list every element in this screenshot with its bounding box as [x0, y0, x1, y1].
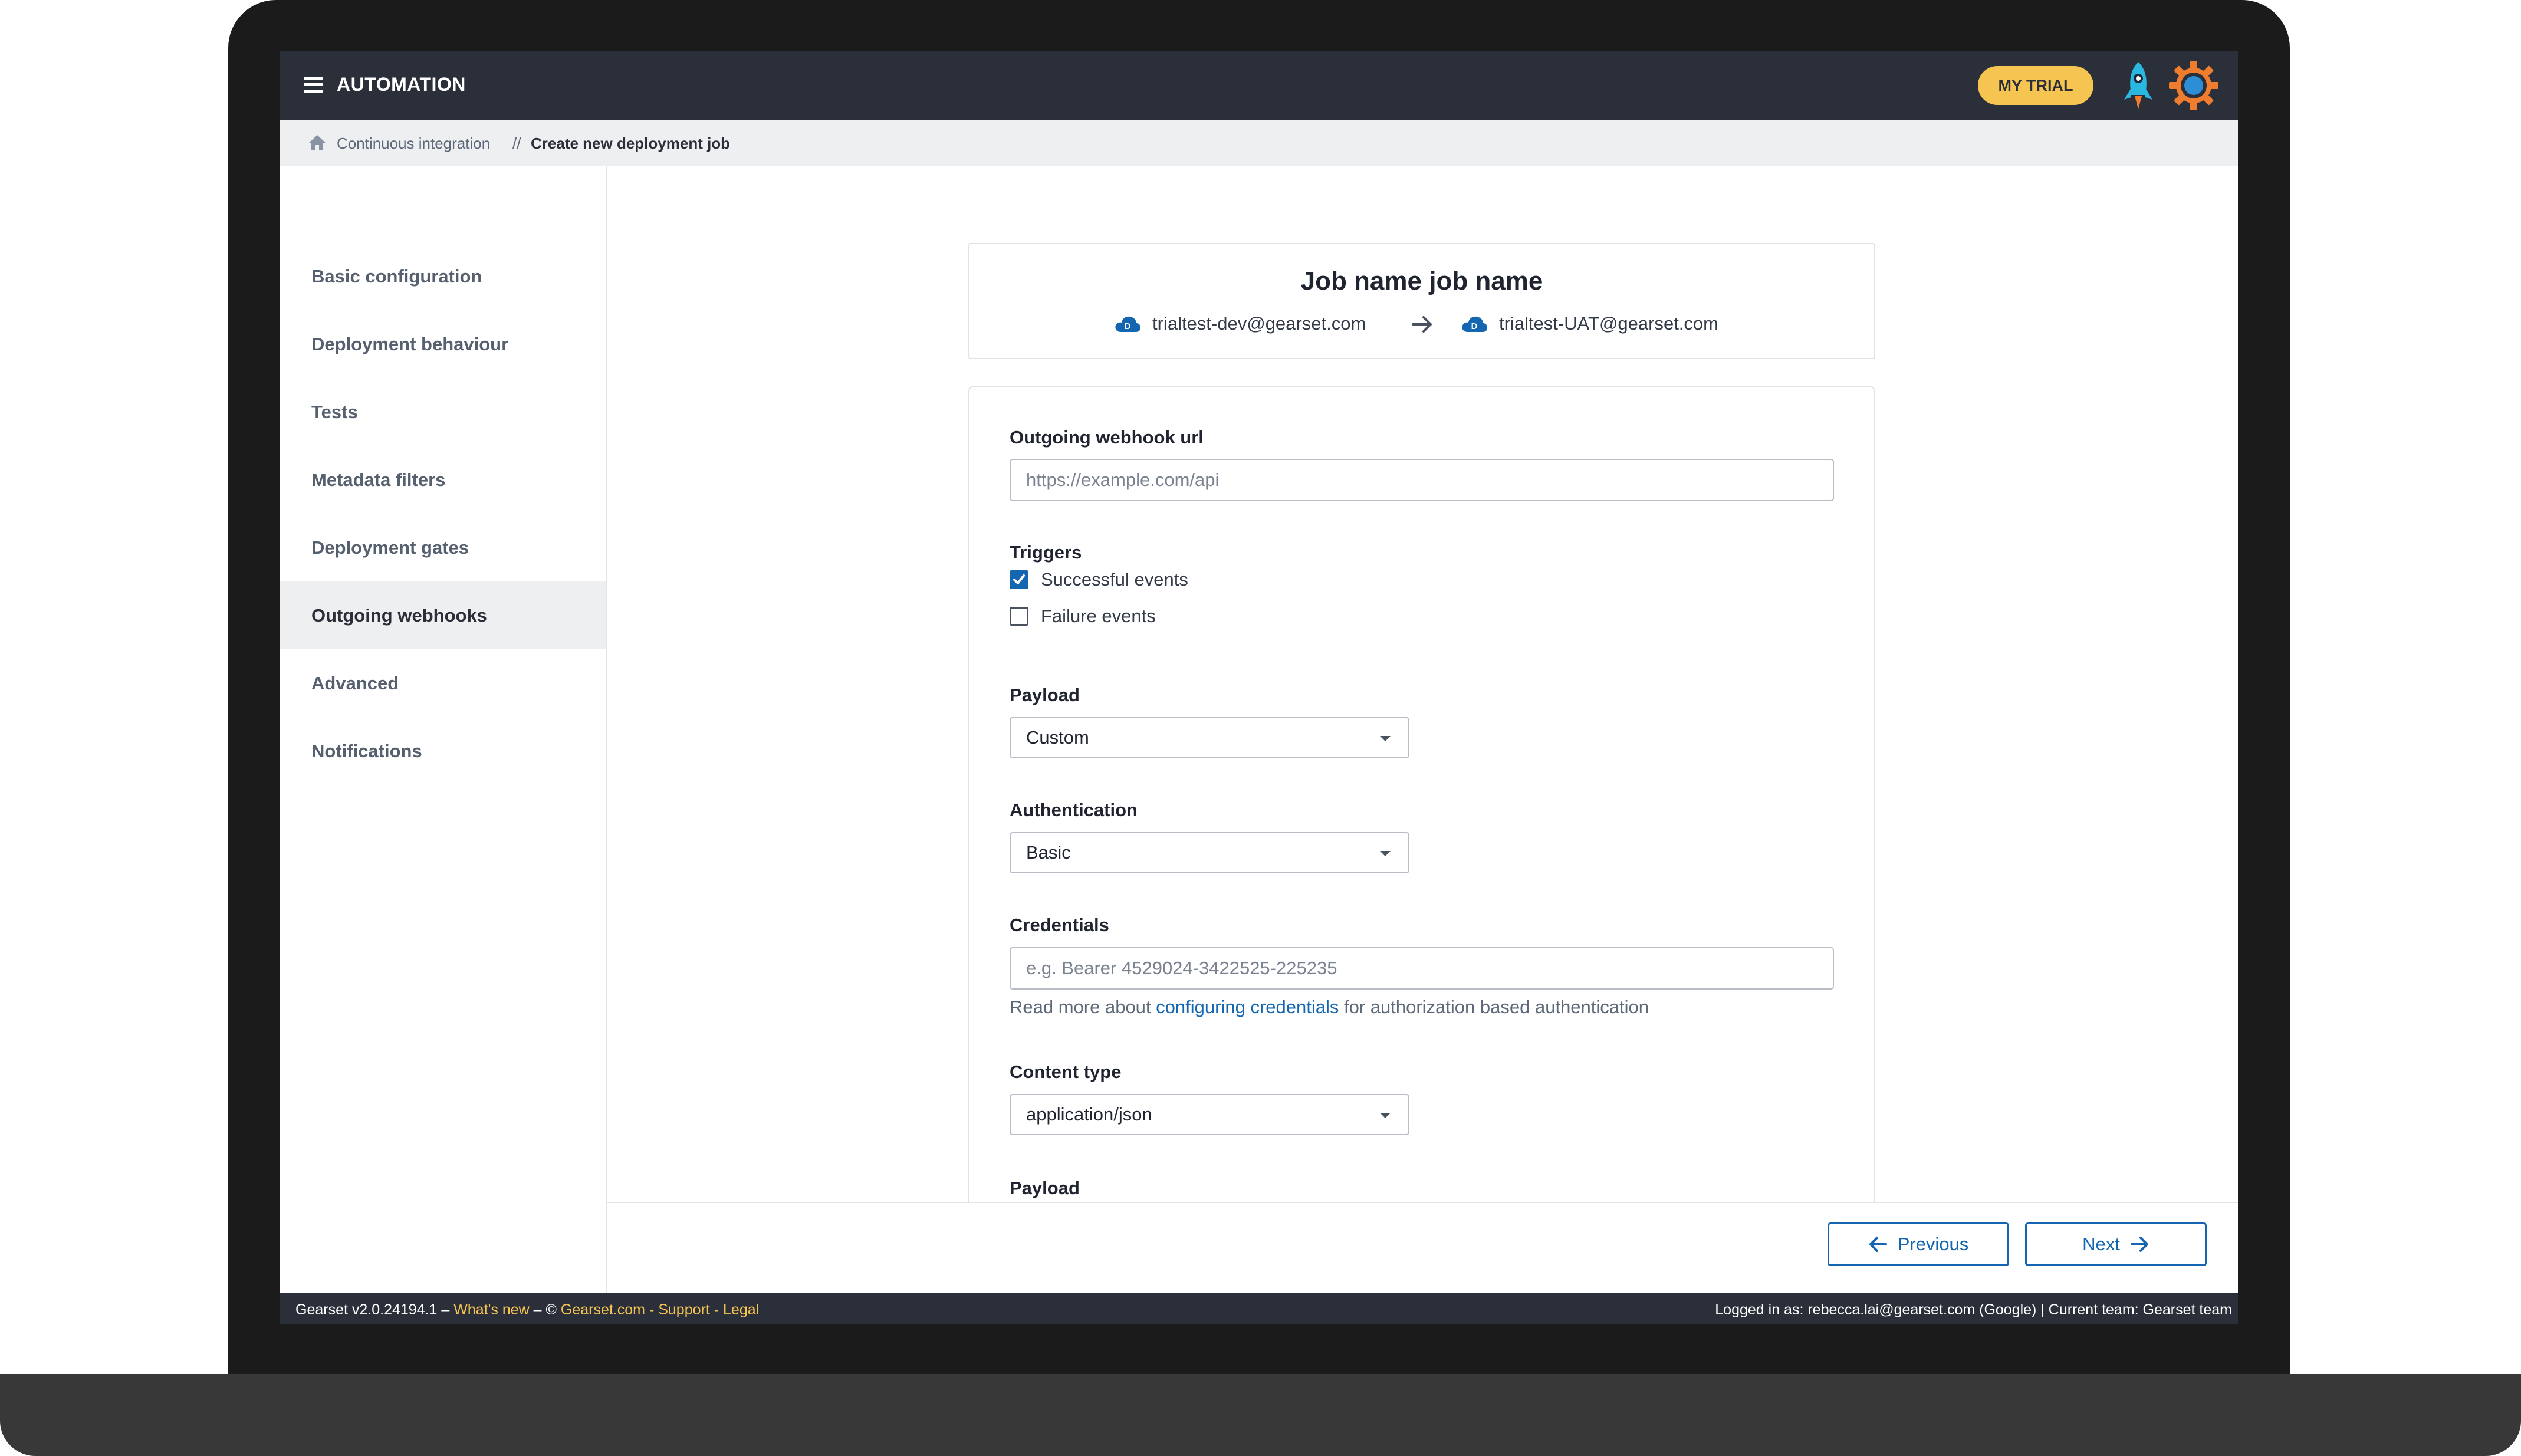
- my-trial-button[interactable]: MY TRIAL: [1978, 66, 2093, 105]
- gear-icon[interactable]: [2168, 60, 2220, 111]
- breadcrumb-current: Create new deployment job: [531, 134, 731, 152]
- authentication-select[interactable]: Basic: [1010, 832, 1409, 873]
- credentials-label: Credentials: [1010, 915, 1109, 935]
- webhook-url-label: Outgoing webhook url: [1010, 427, 1204, 448]
- sidebar-item-tests[interactable]: Tests: [280, 378, 606, 446]
- sidebar-item-deployment-gates[interactable]: Deployment gates: [280, 514, 606, 581]
- job-title: Job name job name: [1300, 267, 1543, 295]
- triggers-label: Triggers: [1010, 542, 1082, 563]
- target-cloud-icon: D: [1462, 316, 1487, 332]
- wizard-navigation: Previous Next: [607, 1202, 2238, 1293]
- app-title: AUTOMATION: [337, 74, 466, 95]
- chevron-down-icon: [1380, 1113, 1391, 1118]
- footer-links: Gearset v2.0.24194.1 – What's new – © Ge…: [295, 1301, 759, 1319]
- configuring-credentials-link[interactable]: configuring credentials: [1156, 997, 1339, 1017]
- webhook-url-input[interactable]: https://example.com/api: [1010, 459, 1834, 501]
- legal-link[interactable]: Legal: [723, 1301, 759, 1318]
- payload-label: Payload: [1010, 685, 1080, 705]
- successful-events-checkbox[interactable]: [1010, 570, 1028, 589]
- sidebar-item-basic-configuration[interactable]: Basic configuration: [280, 242, 606, 310]
- failure-events-label: Failure events: [1041, 606, 1156, 626]
- authentication-value: Basic: [1026, 842, 1071, 863]
- sidebar-item-deployment-behaviour[interactable]: Deployment behaviour: [280, 310, 606, 378]
- successful-events-label: Successful events: [1041, 569, 1188, 590]
- sidebar-item-outgoing-webhooks[interactable]: Outgoing webhooks: [280, 581, 606, 649]
- sidebar-item-notifications[interactable]: Notifications: [280, 717, 606, 785]
- arrow-left-icon: [1869, 1237, 1887, 1252]
- chevron-down-icon: [1380, 736, 1391, 741]
- app-screen: AUTOMATION MY TRIAL Continuous integrati…: [280, 51, 2238, 1324]
- footer-separator: -: [649, 1301, 655, 1318]
- credentials-input[interactable]: e.g. Bearer 4529024-3422525-225235: [1010, 947, 1834, 990]
- support-link[interactable]: Support: [658, 1301, 710, 1318]
- logged-in-info: Logged in as: rebecca.lai@gearset.com (G…: [1715, 1301, 2232, 1318]
- chevron-down-icon: [1380, 851, 1391, 856]
- footer-separator: -: [714, 1301, 719, 1318]
- source-org-badge: D: [1125, 321, 1131, 331]
- source-org: trialtest-dev@gearset.com: [1152, 313, 1366, 334]
- job-summary-card: Job name job name D trialtest-dev@gearse…: [968, 243, 1875, 359]
- credentials-help: Read more about configuring credentials …: [1010, 997, 1649, 1018]
- credentials-help-prefix: Read more about: [1010, 997, 1151, 1017]
- rocket-icon[interactable]: [2119, 61, 2157, 111]
- content-type-select[interactable]: application/json: [1010, 1094, 1409, 1135]
- arrow-right-icon: [2130, 1237, 2148, 1252]
- whats-new-link[interactable]: What's new: [453, 1301, 529, 1318]
- payload-value: Custom: [1026, 727, 1089, 748]
- menu-icon[interactable]: [304, 77, 323, 93]
- top-bar: AUTOMATION MY TRIAL: [280, 51, 2238, 120]
- source-cloud-icon: D: [1115, 316, 1140, 332]
- arrow-right-icon: [1412, 316, 1432, 333]
- sidebar: Basic configuration Deployment behaviour…: [280, 166, 607, 1293]
- check-icon: [1013, 574, 1025, 584]
- previous-label: Previous: [1897, 1234, 1969, 1254]
- status-bar: Gearset v2.0.24194.1 – What's new – © Ge…: [280, 1293, 2238, 1324]
- webhook-form: Outgoing webhook url https://example.com…: [968, 386, 1875, 1202]
- payload-body-label: Payload: [1010, 1178, 1080, 1198]
- sidebar-item-metadata-filters[interactable]: Metadata filters: [280, 446, 606, 514]
- breadcrumb: Continuous integration // Create new dep…: [280, 120, 2238, 166]
- breadcrumb-separator: //: [512, 134, 521, 152]
- home-icon[interactable]: [308, 134, 327, 152]
- content-type-label: Content type: [1010, 1061, 1122, 1082]
- previous-button[interactable]: Previous: [1828, 1222, 2009, 1266]
- payload-select[interactable]: Custom: [1010, 717, 1409, 758]
- target-org-badge: D: [1471, 321, 1478, 331]
- gearset-link[interactable]: Gearset.com: [561, 1301, 645, 1318]
- laptop-base: [0, 1374, 2521, 1456]
- failure-events-checkbox[interactable]: [1010, 607, 1028, 626]
- version-text: Gearset v2.0.24194.1 –: [295, 1301, 450, 1318]
- main-content: Job name job name D trialtest-dev@gearse…: [607, 166, 2238, 1202]
- authentication-label: Authentication: [1010, 800, 1138, 820]
- next-label: Next: [2082, 1234, 2120, 1254]
- copyright-text: – ©: [533, 1301, 557, 1318]
- content-type-value: application/json: [1026, 1104, 1152, 1125]
- sidebar-item-advanced[interactable]: Advanced: [280, 649, 606, 717]
- credentials-help-suffix: for authorization based authentication: [1343, 997, 1649, 1017]
- target-org: trialtest-UAT@gearset.com: [1499, 313, 1718, 334]
- next-button[interactable]: Next: [2025, 1222, 2207, 1266]
- breadcrumb-parent-link[interactable]: Continuous integration: [337, 134, 490, 153]
